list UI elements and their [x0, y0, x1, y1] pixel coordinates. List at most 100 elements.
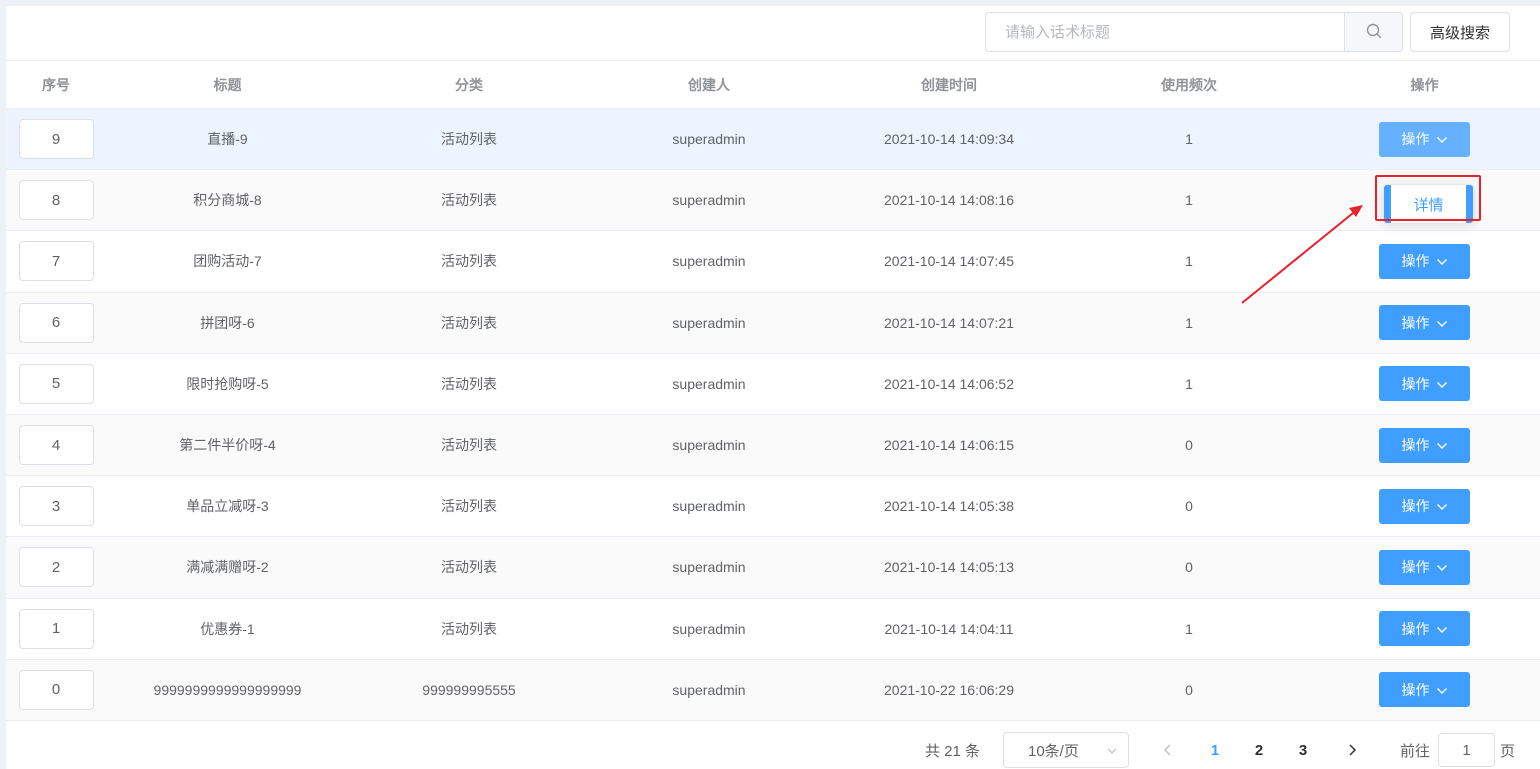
total-count: 共 21 条: [925, 742, 981, 760]
table-row[interactable]: 6 拼团呀-6 活动列表 superadmin 2021-10-14 14:07…: [6, 292, 1540, 354]
chevron-down-icon: [1106, 744, 1118, 761]
frequency-cell: 1: [1185, 314, 1193, 331]
action-dropdown-button[interactable]: 操作: [1379, 611, 1470, 647]
column-header-creator: 创建人: [688, 76, 730, 93]
category-cell: 活动列表: [441, 498, 497, 515]
frequency-cell: 1: [1185, 192, 1193, 209]
seq-input[interactable]: 0: [18, 669, 94, 710]
page-size-select[interactable]: 10条/页: [1003, 732, 1129, 768]
chevron-down-icon: [1436, 621, 1448, 637]
category-cell: 活动列表: [441, 192, 497, 209]
creator-cell: superadmin: [672, 498, 746, 515]
action-dropdown-button[interactable]: 操作: [1379, 366, 1470, 402]
search-icon: [1366, 23, 1382, 42]
frequency-cell: 1: [1185, 375, 1193, 392]
column-header-created-time: 创建时间: [921, 76, 977, 93]
chevron-down-icon: [1436, 315, 1448, 331]
chevron-down-icon: [1436, 559, 1448, 575]
frequency-cell: 0: [1185, 437, 1193, 454]
title-cell: 拼团呀-6: [200, 314, 255, 331]
frequency-cell: 1: [1185, 620, 1193, 637]
created-time-cell: 2021-10-14 14:06:15: [884, 437, 1014, 454]
frequency-cell: 1: [1185, 253, 1193, 270]
page-button-3[interactable]: 3: [1290, 732, 1316, 768]
title-cell: 限时抢购呀-5: [186, 375, 269, 392]
table-row[interactable]: 1 优惠券-1 活动列表 superadmin 2021-10-14 14:04…: [6, 599, 1540, 660]
table-row[interactable]: 2 满减满赠呀-2 活动列表 superadmin 2021-10-14 14:…: [6, 537, 1540, 599]
created-time-cell: 2021-10-14 14:05:13: [884, 559, 1014, 576]
creator-cell: superadmin: [672, 681, 746, 698]
search-input[interactable]: [986, 13, 1344, 51]
prev-page-button[interactable]: [1158, 732, 1178, 768]
seq-input[interactable]: 2: [18, 547, 94, 588]
creator-cell: superadmin: [672, 437, 746, 454]
search-button[interactable]: [1344, 13, 1402, 51]
created-time-cell: 2021-10-22 16:06:29: [884, 681, 1014, 698]
table-row[interactable]: 4 第二件半价呀-4 活动列表 superadmin 2021-10-14 14…: [6, 414, 1540, 477]
action-dropdown-button[interactable]: 操作: [1379, 549, 1470, 585]
table-row[interactable]: 3 单品立减呀-3 活动列表 superadmin 2021-10-14 14:…: [6, 476, 1540, 538]
table-row[interactable]: 8 积分商城-8 活动列表 superadmin 2021-10-14 14:0…: [6, 170, 1540, 232]
goto-page-input[interactable]: [1438, 733, 1495, 767]
next-page-button[interactable]: [1342, 732, 1362, 768]
seq-input[interactable]: 1: [18, 608, 94, 649]
column-header-frequency: 使用频次: [1161, 76, 1217, 93]
category-cell: 活动列表: [441, 437, 497, 454]
category-cell: 活动列表: [441, 375, 497, 392]
creator-cell: superadmin: [672, 620, 746, 637]
seq-input[interactable]: 5: [18, 363, 94, 404]
seq-input[interactable]: 3: [18, 486, 94, 527]
page-button-1[interactable]: 1: [1202, 732, 1228, 768]
action-dropdown-button[interactable]: 操作: [1379, 243, 1470, 279]
category-cell: 活动列表: [441, 253, 497, 270]
creator-cell: superadmin: [672, 375, 746, 392]
title-cell: 第二件半价呀-4: [179, 437, 276, 454]
frequency-cell: 0: [1185, 681, 1193, 698]
table-row[interactable]: 9 直播-9 活动列表 superadmin 2021-10-14 14:09:…: [6, 109, 1540, 171]
annotation-highlight-box: [1375, 175, 1481, 221]
seq-input[interactable]: 8: [18, 180, 94, 221]
table-row[interactable]: 7 团购活动-7 活动列表 superadmin 2021-10-14 14:0…: [6, 231, 1540, 293]
action-dropdown-button[interactable]: 操作: [1379, 305, 1470, 341]
action-dropdown-button[interactable]: 操作: [1379, 488, 1470, 524]
table-row[interactable]: 5 限时抢购呀-5 活动列表 superadmin 2021-10-14 14:…: [6, 354, 1540, 415]
chevron-down-icon: [1436, 437, 1448, 453]
goto-label: 前往: [1400, 742, 1431, 760]
title-cell: 直播-9: [207, 131, 248, 148]
seq-input[interactable]: 6: [18, 302, 94, 343]
created-time-cell: 2021-10-14 14:05:38: [884, 498, 1014, 515]
category-cell: 活动列表: [441, 131, 497, 148]
seq-input[interactable]: 7: [18, 241, 94, 282]
created-time-cell: 2021-10-14 14:07:21: [884, 314, 1014, 331]
creator-cell: superadmin: [672, 253, 746, 270]
action-dropdown-button[interactable]: 操作: [1379, 427, 1470, 463]
title-cell: 团购活动-7: [193, 253, 262, 270]
creator-cell: superadmin: [672, 192, 746, 209]
title-cell: 单品立减呀-3: [186, 498, 269, 515]
category-cell: 活动列表: [441, 314, 497, 331]
seq-input[interactable]: 9: [18, 119, 94, 160]
action-dropdown-button[interactable]: 操作: [1379, 672, 1470, 708]
table-header: 序号 标题 分类 创建人 创建时间 使用频次 操作: [6, 60, 1540, 109]
search-box: [985, 12, 1403, 52]
column-header-seq: 序号: [42, 76, 70, 93]
table-row[interactable]: 0 9999999999999999999 999999995555 super…: [6, 659, 1540, 721]
creator-cell: superadmin: [672, 131, 746, 148]
seq-input[interactable]: 4: [18, 425, 94, 466]
created-time-cell: 2021-10-14 14:06:52: [884, 375, 1014, 392]
chevron-left-icon: [1163, 744, 1171, 756]
pagination: 共 21 条 10条/页 1 2 3 前往 页: [6, 732, 1540, 768]
page-suffix-label: 页: [1500, 742, 1516, 760]
chevron-right-icon: [1349, 744, 1357, 756]
action-dropdown-button[interactable]: 操作: [1379, 121, 1470, 157]
title-cell: 满减满赠呀-2: [186, 559, 269, 576]
title-cell: 优惠券-1: [200, 620, 255, 637]
page-button-2[interactable]: 2: [1246, 732, 1272, 768]
chevron-down-icon: [1436, 498, 1448, 514]
chevron-down-icon: [1436, 131, 1448, 147]
category-cell: 活动列表: [441, 620, 497, 637]
frequency-cell: 0: [1185, 559, 1193, 576]
category-cell: 活动列表: [441, 559, 497, 576]
advanced-search-button[interactable]: 高级搜索: [1410, 12, 1510, 52]
title-cell: 积分商城-8: [193, 192, 262, 209]
